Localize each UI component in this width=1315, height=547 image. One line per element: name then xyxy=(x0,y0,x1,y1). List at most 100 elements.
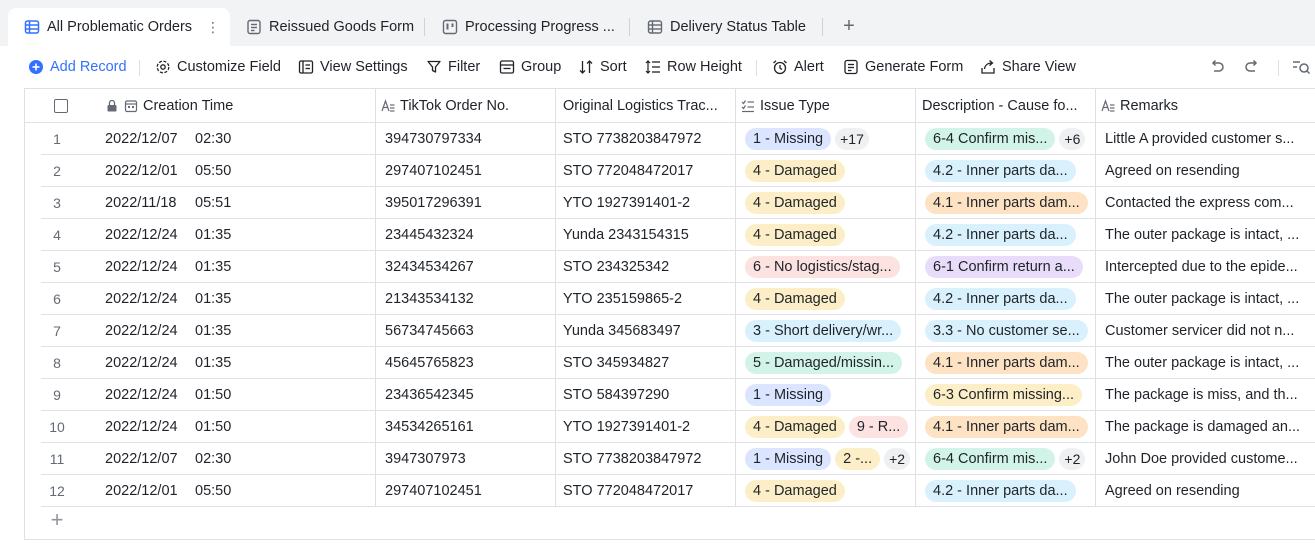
cell-remarks[interactable]: Customer servicer did not n... xyxy=(1105,315,1315,346)
cell-order-no[interactable]: 21343534132 xyxy=(385,283,545,314)
table-row[interactable]: 9 2022/12/24 01:50 23436542345 STO 584397290… xyxy=(41,379,1315,411)
table-row[interactable]: 4 2022/12/24 01:35 23445432324 Yunda 2343154… xyxy=(41,219,1315,251)
cell-logistics[interactable]: STO 772048472017 xyxy=(563,475,733,506)
select-all-checkbox[interactable] xyxy=(49,89,73,123)
column-header-remarks[interactable]: Remarks xyxy=(1101,89,1315,123)
undo-icon[interactable] xyxy=(1207,57,1227,77)
cell-creation-time[interactable]: 2022/12/24 01:35 xyxy=(105,347,375,378)
cell-issue-type[interactable]: 1 - Missing +17 xyxy=(745,123,921,154)
cell-issue-type[interactable]: 4 - Damaged xyxy=(745,219,921,250)
cell-description[interactable]: 6-4 Confirm mis... +6 xyxy=(925,123,1101,154)
cell-order-no[interactable]: 56734745663 xyxy=(385,315,545,346)
cell-remarks[interactable]: Agreed on resending xyxy=(1105,155,1315,186)
cell-logistics[interactable]: STO 234325342 xyxy=(563,251,733,282)
table-row[interactable]: 2 2022/12/01 05:50 297407102451 STO 77204847… xyxy=(41,155,1315,187)
cell-issue-type[interactable]: 3 - Short delivery/wr... xyxy=(745,315,921,346)
tab-reissued-goods-form[interactable]: Reissued Goods Form xyxy=(246,8,414,46)
cell-description[interactable]: 4.1 - Inner parts dam... xyxy=(925,187,1101,218)
cell-creation-time[interactable]: 2022/12/24 01:35 xyxy=(105,283,375,314)
generate-form-button[interactable]: Generate Form xyxy=(843,56,963,78)
cell-description[interactable]: 4.2 - Inner parts da... xyxy=(925,155,1101,186)
column-header-description[interactable]: Description - Cause fo... xyxy=(922,89,1094,123)
filter-button[interactable]: Filter xyxy=(426,56,480,78)
add-view-button[interactable]: + xyxy=(838,16,860,38)
cell-remarks[interactable]: John Doe provided custome... xyxy=(1105,443,1315,474)
table-row[interactable]: 10 2022/12/24 01:50 34534265161 YTO 19273914… xyxy=(41,411,1315,443)
add-row-button[interactable]: + xyxy=(45,509,69,533)
cell-logistics[interactable]: STO 345934827 xyxy=(563,347,733,378)
tab-all-problematic-orders[interactable]: All Problematic Orders ⋮ xyxy=(8,8,230,46)
cell-remarks[interactable]: The package is miss, and th... xyxy=(1105,379,1315,410)
cell-description[interactable]: 3.3 - No customer se... xyxy=(925,315,1101,346)
cell-remarks[interactable]: Contacted the express com... xyxy=(1105,187,1315,218)
cell-issue-type[interactable]: 4 - Damaged 9 - R... xyxy=(745,411,921,442)
cell-creation-time[interactable]: 2022/12/24 01:35 xyxy=(105,251,375,282)
cell-order-no[interactable]: 395017296391 xyxy=(385,187,545,218)
table-row[interactable]: 12 2022/12/01 05:50 297407102451 STO 7720484… xyxy=(41,475,1315,507)
cell-description[interactable]: 4.1 - Inner parts dam... xyxy=(925,411,1101,442)
cell-description[interactable]: 4.2 - Inner parts da... xyxy=(925,283,1101,314)
table-row[interactable]: 8 2022/12/24 01:35 45645765823 STO 345934827… xyxy=(41,347,1315,379)
cell-logistics[interactable]: Yunda 2343154315 xyxy=(563,219,733,250)
view-settings-button[interactable]: View Settings xyxy=(298,56,408,78)
cell-issue-type[interactable]: 4 - Damaged xyxy=(745,283,921,314)
cell-description[interactable]: 6-3 Confirm missing... xyxy=(925,379,1101,410)
cell-order-no[interactable]: 32434534267 xyxy=(385,251,545,282)
customize-field-button[interactable]: Customize Field xyxy=(155,56,281,78)
cell-order-no[interactable]: 23445432324 xyxy=(385,219,545,250)
cell-creation-time[interactable]: 2022/12/24 01:35 xyxy=(105,315,375,346)
sort-button[interactable]: Sort xyxy=(578,56,627,78)
cell-creation-time[interactable]: 2022/12/07 02:30 xyxy=(105,443,375,474)
tab-processing-progress[interactable]: Processing Progress ... xyxy=(442,8,615,46)
row-height-button[interactable]: Row Height xyxy=(645,56,742,78)
cell-order-no[interactable]: 34534265161 xyxy=(385,411,545,442)
cell-order-no[interactable]: 45645765823 xyxy=(385,347,545,378)
cell-creation-time[interactable]: 2022/12/01 05:50 xyxy=(105,155,375,186)
cell-remarks[interactable]: The package is damaged an... xyxy=(1105,411,1315,442)
cell-order-no[interactable]: 297407102451 xyxy=(385,155,545,186)
cell-order-no[interactable]: 3947307973 xyxy=(385,443,545,474)
table-row[interactable]: 3 2022/11/18 05:51 395017296391 YTO 19273914… xyxy=(41,187,1315,219)
cell-logistics[interactable]: YTO 1927391401-2 xyxy=(563,187,733,218)
cell-issue-type[interactable]: 6 - No logistics/stag... xyxy=(745,251,921,282)
cell-remarks[interactable]: Agreed on resending xyxy=(1105,475,1315,506)
cell-issue-type[interactable]: 4 - Damaged xyxy=(745,475,921,506)
cell-creation-time[interactable]: 2022/11/18 05:51 xyxy=(105,187,375,218)
cell-description[interactable]: 4.2 - Inner parts da... xyxy=(925,219,1101,250)
cell-creation-time[interactable]: 2022/12/24 01:50 xyxy=(105,411,375,442)
column-header-creation-time[interactable]: Creation Time xyxy=(105,89,365,123)
cell-issue-type[interactable]: 1 - Missing xyxy=(745,379,921,410)
table-row[interactable]: 5 2022/12/24 01:35 32434534267 STO 234325342… xyxy=(41,251,1315,283)
cell-description[interactable]: 6-4 Confirm mis... +2 xyxy=(925,443,1101,474)
cell-remarks[interactable]: Little A provided customer s... xyxy=(1105,123,1315,154)
cell-logistics[interactable]: STO 7738203847972 xyxy=(563,443,733,474)
column-header-issue-type[interactable]: Issue Type xyxy=(741,89,913,123)
table-row[interactable]: 7 2022/12/24 01:35 56734745663 Yunda 3456834… xyxy=(41,315,1315,347)
group-button[interactable]: Group xyxy=(499,56,561,78)
cell-creation-time[interactable]: 2022/12/01 05:50 xyxy=(105,475,375,506)
table-row[interactable]: 1 2022/12/07 02:30 394730797334 STO 77382038… xyxy=(41,123,1315,155)
cell-logistics[interactable]: Yunda 345683497 xyxy=(563,315,733,346)
cell-remarks[interactable]: The outer package is intact, ... xyxy=(1105,347,1315,378)
cell-logistics[interactable]: YTO 1927391401-2 xyxy=(563,411,733,442)
cell-issue-type[interactable]: 1 - Missing 2 -... +2 xyxy=(745,443,921,474)
cell-logistics[interactable]: STO 7738203847972 xyxy=(563,123,733,154)
cell-creation-time[interactable]: 2022/12/07 02:30 xyxy=(105,123,375,154)
cell-remarks[interactable]: The outer package is intact, ... xyxy=(1105,283,1315,314)
search-records-icon[interactable] xyxy=(1291,57,1311,77)
cell-issue-type[interactable]: 4 - Damaged xyxy=(745,155,921,186)
cell-remarks[interactable]: The outer package is intact, ... xyxy=(1105,219,1315,250)
cell-description[interactable]: 4.1 - Inner parts dam... xyxy=(925,347,1101,378)
cell-issue-type[interactable]: 4 - Damaged xyxy=(745,187,921,218)
cell-issue-type[interactable]: 5 - Damaged/missin... xyxy=(745,347,921,378)
cell-order-no[interactable]: 23436542345 xyxy=(385,379,545,410)
add-record-button[interactable]: Add Record xyxy=(28,56,127,78)
redo-icon[interactable] xyxy=(1242,57,1262,77)
cell-order-no[interactable]: 297407102451 xyxy=(385,475,545,506)
column-header-order-no[interactable]: TikTok Order No. xyxy=(381,89,555,123)
tab-more-icon[interactable]: ⋮ xyxy=(206,19,220,36)
cell-logistics[interactable]: STO 772048472017 xyxy=(563,155,733,186)
table-row[interactable]: 11 2022/12/07 02:30 3947307973 STO 773820384… xyxy=(41,443,1315,475)
cell-logistics[interactable]: YTO 235159865-2 xyxy=(563,283,733,314)
cell-order-no[interactable]: 394730797334 xyxy=(385,123,545,154)
